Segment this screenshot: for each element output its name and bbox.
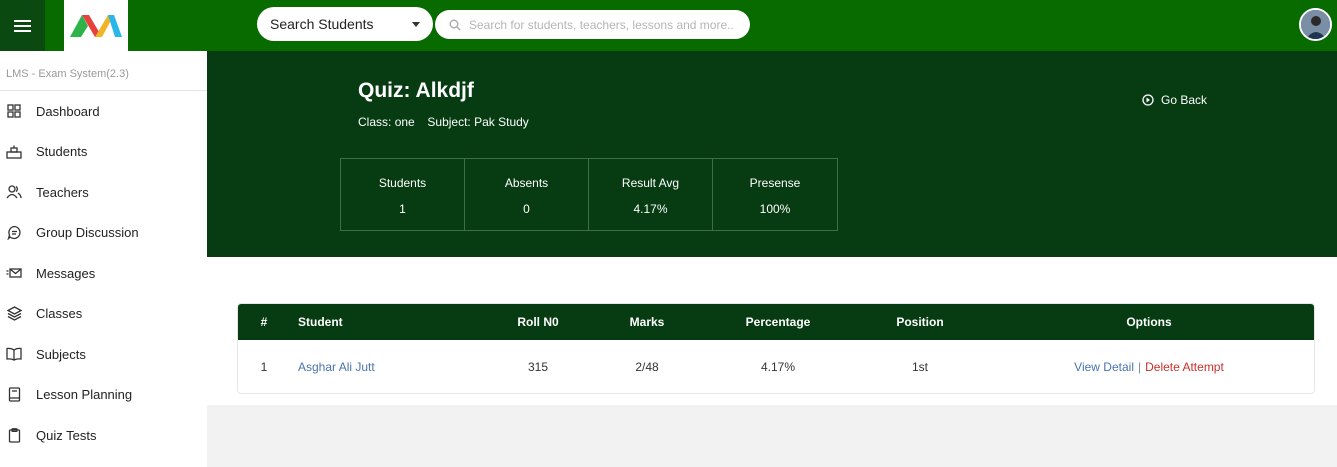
stat-label: Students [378, 176, 427, 190]
avatar-icon [1301, 10, 1330, 39]
teachers-icon [6, 184, 22, 200]
sidebar: LMS - Exam System(2.3) Dashboard Student… [0, 51, 207, 467]
stat-value: 4.17% [633, 202, 668, 216]
quiz-header-panel: Quiz: Alkdjf Class: one Subject: Pak Stu… [207, 51, 1337, 257]
column-header-number: # [260, 315, 268, 329]
hamburger-menu-button[interactable] [0, 0, 45, 51]
sidebar-item-classes[interactable]: Classes [0, 294, 207, 335]
row-options: View Detail | Delete Attempt [1049, 340, 1249, 393]
marks: 2/48 [635, 360, 659, 374]
sidebar-item-quiz-tests[interactable]: Quiz Tests [0, 415, 207, 456]
system-version-label: LMS - Exam System(2.3) [0, 51, 207, 91]
notebook-icon [6, 387, 22, 403]
position: 1st [911, 360, 928, 374]
book-icon [6, 346, 22, 362]
sidebar-item-messages[interactable]: Messages [0, 253, 207, 294]
percentage: 4.17% [760, 360, 796, 374]
sidebar-item-label: Group Discussion [36, 225, 139, 241]
subject-label: Subject: [427, 115, 471, 129]
stats-summary: Students 1 Absents 0 Result Avg 4.17% Pr… [340, 158, 838, 231]
column-header-position: Position [896, 315, 944, 329]
clipboard-icon [6, 427, 22, 443]
sidebar-item-label: Dashboard [36, 103, 100, 119]
sidebar-item-label: Teachers [36, 184, 89, 200]
sidebar-item-label: Quiz Tests [36, 427, 97, 443]
stat-absents: Absents 0 [465, 159, 589, 230]
stat-label: Presense [749, 176, 801, 190]
stat-value: 1 [399, 202, 406, 216]
stat-label: Absents [504, 176, 549, 190]
hamburger-icon [14, 19, 31, 32]
search-input[interactable] [469, 17, 749, 32]
circle-arrow-icon [1142, 94, 1154, 106]
view-detail-link[interactable]: View Detail [1074, 360, 1134, 374]
go-back-label: Go Back [1161, 93, 1208, 107]
roll-number: 315 [527, 360, 549, 374]
stat-value: 100% [759, 202, 791, 216]
column-header-percentage: Percentage [745, 315, 811, 329]
sidebar-item-label: Students [36, 144, 88, 160]
stat-presence: Presense 100% [713, 159, 837, 230]
sidebar-item-group-discussion[interactable]: Group Discussion [0, 213, 207, 254]
sidebar-item-teachers[interactable]: Teachers [0, 172, 207, 213]
delete-attempt-link[interactable]: Delete Attempt [1145, 360, 1224, 374]
search-type-value: Search Students [270, 16, 374, 32]
dashboard-icon [6, 103, 22, 119]
logo-m-icon [70, 14, 122, 37]
quiz-meta: Class: one Subject: Pak Study [358, 115, 529, 129]
stat-students: Students 1 [341, 159, 465, 230]
column-header-marks: Marks [629, 315, 665, 329]
class-label: Class: [358, 115, 392, 129]
user-avatar[interactable] [1299, 8, 1332, 41]
sidebar-item-label: Subjects [36, 346, 86, 362]
sidebar-item-subjects[interactable]: Subjects [0, 334, 207, 375]
column-header-roll-no: Roll N0 [517, 315, 559, 329]
chat-icon [6, 225, 22, 241]
column-header-options: Options [1126, 315, 1172, 329]
app-logo[interactable] [64, 0, 128, 51]
chevron-down-icon [412, 22, 420, 27]
go-back-button[interactable]: Go Back [1142, 93, 1207, 107]
table-header: # Student Roll N0 Marks Percentage Posit… [238, 304, 1314, 340]
sidebar-item-dashboard[interactable]: Dashboard [0, 91, 207, 132]
stat-label: Result Avg [621, 176, 680, 190]
layers-icon [6, 306, 22, 322]
sidebar-item-lesson-planning[interactable]: Lesson Planning [0, 375, 207, 416]
top-bar: Search Students [0, 0, 1337, 51]
subject-value: Pak Study [474, 115, 529, 129]
options-separator: | [1137, 360, 1142, 374]
student-name-link[interactable]: Asghar Ali Jutt [298, 340, 375, 393]
class-value: one [394, 115, 415, 129]
search-icon [449, 19, 461, 30]
table-row: 1 Asghar Ali Jutt 315 2/48 4.17% 1st Vie… [238, 340, 1314, 393]
row-number: 1 [260, 360, 268, 374]
sidebar-item-label: Classes [36, 306, 83, 322]
stat-value: 0 [523, 202, 530, 216]
search-box [435, 10, 750, 39]
students-icon [6, 144, 22, 160]
sidebar-item-students[interactable]: Students [0, 132, 207, 173]
results-table: # Student Roll N0 Marks Percentage Posit… [237, 303, 1315, 394]
sidebar-item-label: Messages [36, 265, 96, 281]
sidebar-item-label: Lesson Planning [36, 387, 133, 403]
messages-icon [6, 265, 22, 281]
stat-result-avg: Result Avg 4.17% [589, 159, 713, 230]
search-type-select[interactable]: Search Students [257, 7, 433, 41]
page-title: Quiz: Alkdjf [358, 79, 474, 102]
column-header-student: Student [298, 315, 343, 329]
